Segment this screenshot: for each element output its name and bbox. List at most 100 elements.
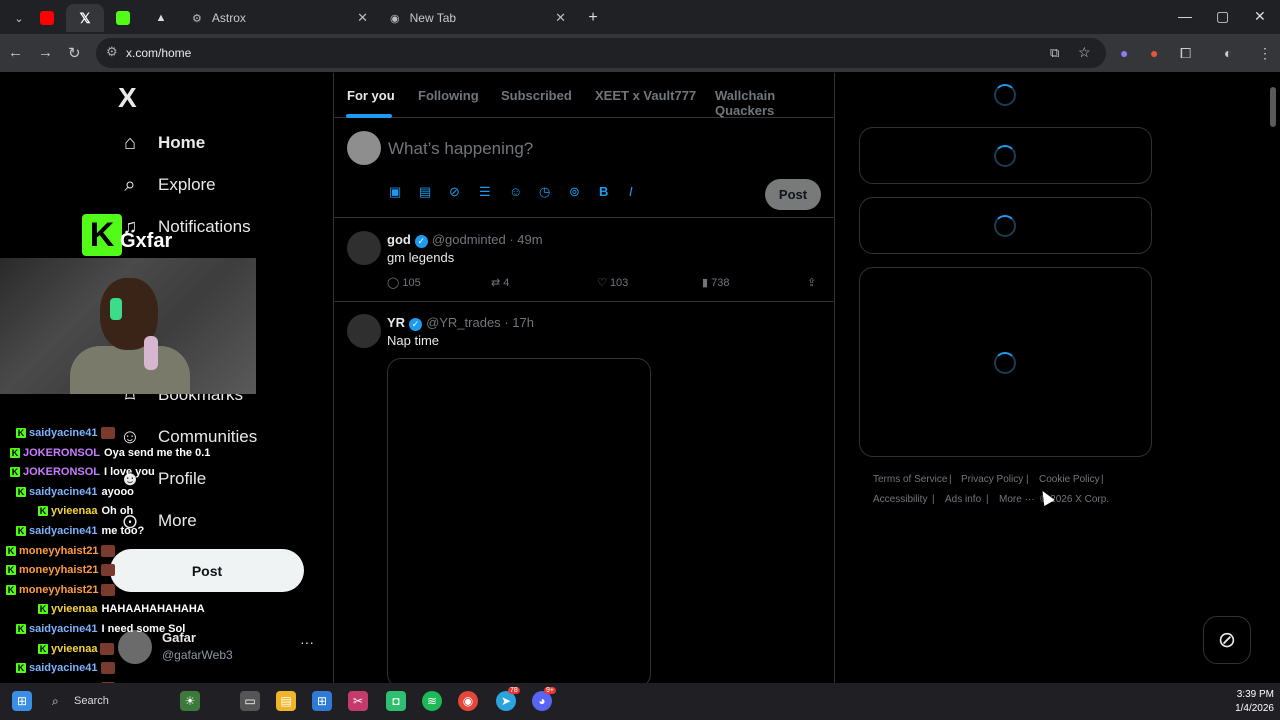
post-button[interactable]: Post xyxy=(110,549,304,592)
close-icon[interactable]: ✕ xyxy=(555,10,566,26)
bookmark-star-icon[interactable]: ☆ xyxy=(1078,44,1091,61)
footer-accessibility[interactable]: Accessibility xyxy=(873,494,927,505)
tweet-handle[interactable]: @YR_trades xyxy=(426,315,501,330)
footer-more[interactable]: More ··· xyxy=(999,494,1035,505)
tab-x[interactable]: 𝕏 xyxy=(66,4,104,32)
like-button[interactable]: ♡ 103 xyxy=(597,276,628,289)
gif-icon[interactable]: ▤ xyxy=(419,184,449,200)
share-icon[interactable]: ⇪ xyxy=(807,276,816,289)
bold-icon[interactable]: B xyxy=(599,184,629,200)
reply-button[interactable]: ◯ 105 xyxy=(387,276,421,289)
tab-kick[interactable] xyxy=(104,4,142,32)
install-app-icon[interactable]: ⧉ xyxy=(1050,45,1059,61)
chat-username[interactable]: yvieenaa xyxy=(51,505,97,517)
image-icon[interactable]: ▣ xyxy=(389,184,419,200)
maximize-icon[interactable]: ▢ xyxy=(1216,8,1229,25)
window-close-icon[interactable]: ✕ xyxy=(1254,8,1266,25)
forward-icon[interactable]: → xyxy=(38,44,53,61)
tab-astrox[interactable]: ⚙ Astrox ✕ xyxy=(182,4,378,32)
system-clock[interactable]: 3:39 PM 1/4/2026 xyxy=(1222,688,1274,716)
weather-icon[interactable]: ☀ xyxy=(180,691,200,711)
tweet-time[interactable]: · 49m xyxy=(509,232,542,247)
tweet[interactable]: god ✓ @godminted · 49m gm legends ◯ 105 ⇄ … xyxy=(334,219,834,302)
chat-username[interactable]: yvieenaa xyxy=(51,603,97,615)
chat-username[interactable]: moneyyhaist21 xyxy=(19,584,98,596)
chat-username[interactable]: JOKERONSOL xyxy=(23,447,100,459)
chat-username[interactable]: saidyacine41 xyxy=(29,486,98,498)
chat-username[interactable]: moneyyhaist21 xyxy=(19,564,98,576)
tweet-author-name[interactable]: god xyxy=(387,232,411,247)
italic-icon[interactable]: I xyxy=(629,184,659,200)
kebab-menu-icon[interactable]: ⋮ xyxy=(1258,45,1272,62)
schedule-icon[interactable]: ◷ xyxy=(539,184,569,200)
chat-username[interactable]: saidyacine41 xyxy=(29,427,98,439)
tweet-author-name[interactable]: YR xyxy=(387,315,405,330)
footer-cookie[interactable]: Cookie Policy xyxy=(1039,474,1100,485)
tab-xeet-vault[interactable]: XEET x Vault777 xyxy=(595,88,696,103)
compose-input[interactable]: What’s happening? xyxy=(388,139,533,159)
tab-for-you[interactable]: For you xyxy=(347,88,395,103)
grok-icon[interactable]: ⊘ xyxy=(449,184,479,200)
footer-privacy[interactable]: Privacy Policy xyxy=(961,474,1023,485)
minimize-icon[interactable]: — xyxy=(1178,8,1192,24)
grok-button[interactable]: ⊘ xyxy=(1203,616,1251,664)
tab-subscribed[interactable]: Subscribed xyxy=(501,88,572,103)
discord-icon[interactable]: ◕ xyxy=(532,691,552,711)
more-dots-icon[interactable]: ··· xyxy=(300,634,314,650)
snipping-icon[interactable]: ✂ xyxy=(348,691,368,711)
page-scrollbar[interactable] xyxy=(1268,73,1278,683)
retweet-button[interactable]: ⇄ 4 xyxy=(491,276,509,289)
compose-post-button[interactable]: Post xyxy=(765,179,821,210)
extension-icon[interactable]: ● xyxy=(1120,45,1128,61)
sidebar-item-explore[interactable]: ⌕ Explore xyxy=(118,170,215,200)
address-bar[interactable]: ⚙ x.com/home ⧉ ☆ xyxy=(96,38,1106,68)
chat-username[interactable]: saidyacine41 xyxy=(29,525,98,537)
chat-username[interactable]: yvieenaa xyxy=(51,643,97,655)
extension-fox-icon[interactable]: ● xyxy=(1150,45,1158,61)
spotify-icon[interactable]: ≋ xyxy=(422,691,442,711)
x-logo[interactable]: X xyxy=(118,82,137,114)
back-icon[interactable]: ← xyxy=(8,44,23,61)
avatar[interactable] xyxy=(347,231,381,265)
sidebar-item-home[interactable]: ⌂ Home xyxy=(118,128,205,158)
tab-following[interactable]: Following xyxy=(418,88,479,103)
chat-username[interactable]: moneyyhaist21 xyxy=(19,545,98,557)
windows-taskbar: ⊞ ⌕ Search ☀ ▭ ▤ ⊞ ✂ ◘ ≋ ◉ ➤ 78 ◕ 9+ 3:3… xyxy=(0,683,1280,720)
avatar[interactable] xyxy=(347,314,381,348)
store-icon[interactable]: ⊞ xyxy=(312,691,332,711)
new-tab-button[interactable]: + xyxy=(574,4,612,32)
chat-text: Oya send me the 0.1 xyxy=(104,446,211,459)
chat-username[interactable]: saidyacine41 xyxy=(29,623,98,635)
profile-avatar-icon[interactable]: ◐ xyxy=(1224,45,1232,61)
emoji-icon[interactable]: ☺ xyxy=(509,184,539,200)
site-info-icon[interactable]: ⚙ xyxy=(106,44,118,60)
chat-username[interactable]: JOKERONSOL xyxy=(23,466,100,478)
tab-new-tab[interactable]: ◉ New Tab ✕ xyxy=(380,4,576,32)
scrollbar-thumb[interactable] xyxy=(1270,87,1276,127)
poll-icon[interactable]: ☰ xyxy=(479,184,509,200)
tweet-handle[interactable]: @godminted xyxy=(432,232,506,247)
task-view-icon[interactable]: ▭ xyxy=(240,691,260,711)
search-icon[interactable]: ⌕ xyxy=(52,694,59,709)
windows-start-icon[interactable]: ⊞ xyxy=(12,691,32,711)
tweet-time[interactable]: · 17h xyxy=(504,315,534,330)
close-icon[interactable]: ✕ xyxy=(357,10,368,26)
location-icon[interactable]: ⊚ xyxy=(569,184,599,200)
extensions-puzzle-icon[interactable]: ⧠ xyxy=(1180,45,1191,62)
tweet[interactable]: YR ✓ @YR_trades · 17h Nap time xyxy=(334,302,834,688)
file-explorer-icon[interactable]: ▤ xyxy=(276,691,296,711)
footer-ads-info[interactable]: Ads info xyxy=(945,494,981,505)
chrome-icon[interactable]: ◉ xyxy=(458,691,478,711)
tweet-media[interactable] xyxy=(387,358,651,688)
reload-icon[interactable]: ↻ xyxy=(68,44,81,62)
taskbar-search-label[interactable]: Search xyxy=(74,695,109,707)
tab-youtube[interactable] xyxy=(28,4,66,32)
chat-username[interactable]: saidyacine41 xyxy=(29,662,98,674)
telegram-icon[interactable]: ➤ xyxy=(496,691,516,711)
footer-terms[interactable]: Terms of Service xyxy=(873,474,947,485)
tab-drive[interactable]: ▲ xyxy=(142,4,180,32)
views-button[interactable]: ▮ 738 xyxy=(702,276,729,289)
tab-wallchain[interactable]: Wallchain Quackers xyxy=(715,88,834,118)
app-icon[interactable]: ◘ xyxy=(386,691,406,711)
footer-divider: | xyxy=(949,474,952,485)
